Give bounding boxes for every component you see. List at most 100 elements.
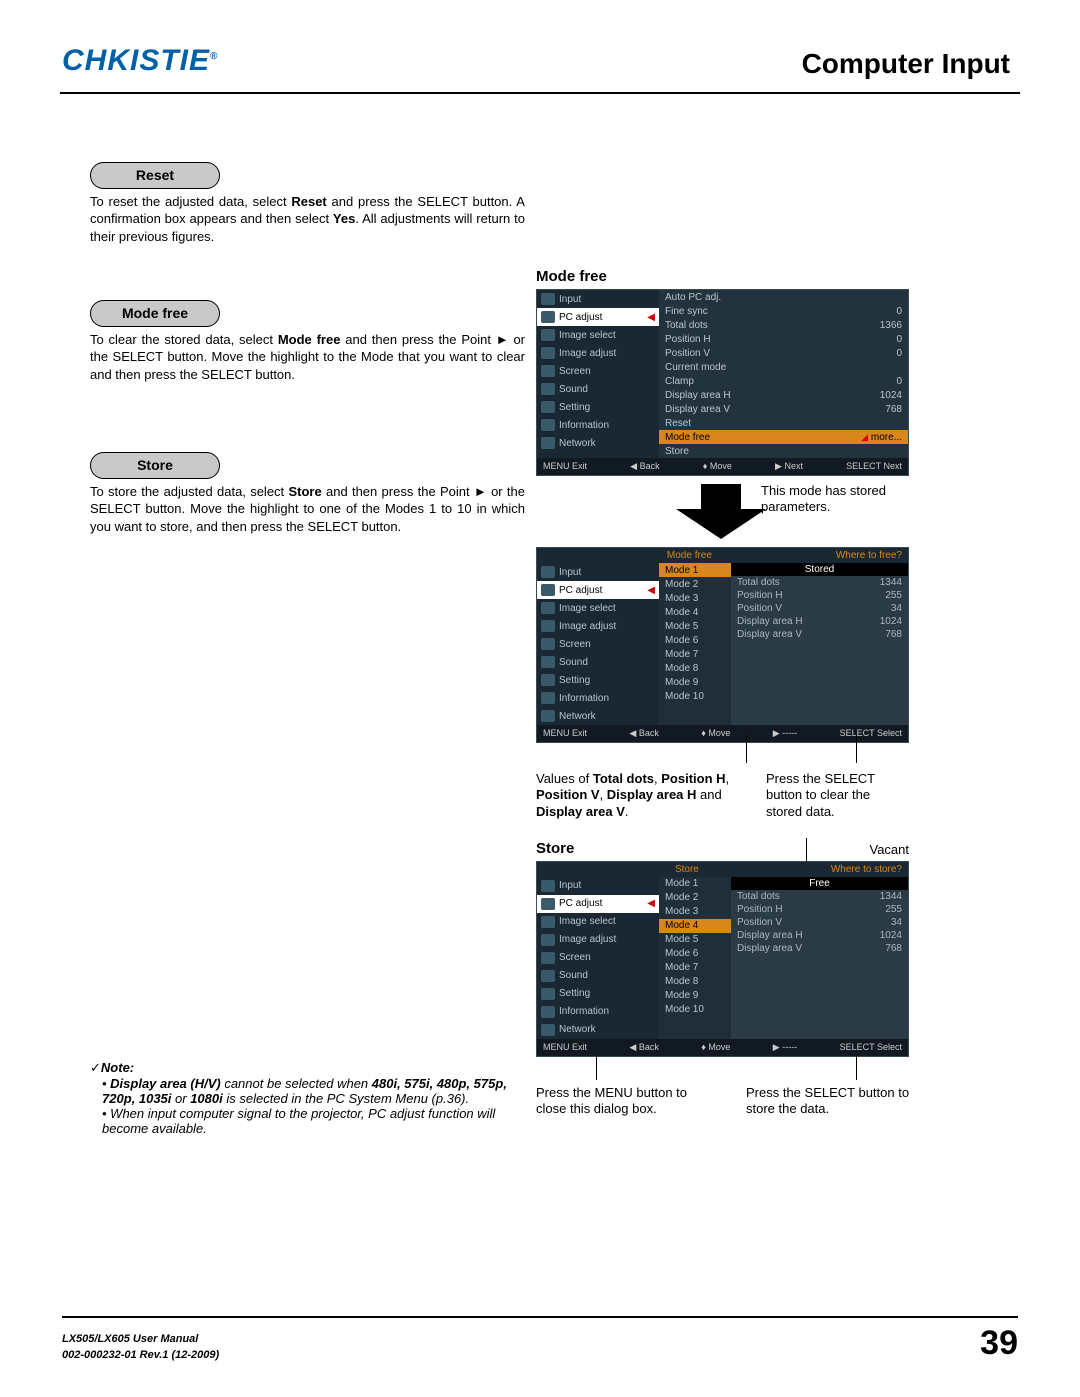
osd-side-sound: Sound (537, 967, 659, 985)
t: Where to free? (836, 550, 902, 561)
osd-mode-item: Mode 9 (659, 675, 731, 689)
osd-mode-item: Mode 4 (659, 919, 731, 933)
osd-side-input: Input (537, 877, 659, 895)
t: Mode free (278, 332, 341, 347)
section-reset: Reset To reset the adjusted data, select… (90, 162, 525, 246)
foot-select: SELECT Next (846, 461, 902, 472)
callout-select-store: Press the SELECT button to store the dat… (746, 1085, 926, 1118)
osd-stored-row: Position V34 (731, 916, 908, 929)
foot-back: ◀ Back (629, 1042, 658, 1053)
t: or (171, 1091, 190, 1106)
store-osd-title: Store (536, 840, 574, 857)
callout-menu-close: Press the MENU button to close this dial… (536, 1085, 716, 1118)
page-title: Computer Input (802, 48, 1010, 80)
foot-move: ♦ Move (703, 461, 732, 472)
free-header: Free (731, 877, 908, 890)
callout-values: Values of Total dots, Position H, Positi… (536, 771, 746, 820)
foot-back: ◀ Back (630, 461, 659, 472)
osd-line: Position H0 (659, 332, 908, 346)
osd-mode-item: Mode 8 (659, 661, 731, 675)
store-body: To store the adjusted data, select Store… (90, 483, 525, 536)
t: Note: (101, 1060, 134, 1075)
osd-side-image-adjust: Image adjust (537, 617, 659, 635)
osd-mode-item: Mode 7 (659, 647, 731, 661)
osd-side-input: Input (537, 290, 659, 308)
section-modefree: Mode free To clear the stored data, sele… (90, 300, 525, 384)
t: Position V (536, 787, 600, 802)
foot-exit: MENU Exit (543, 1042, 587, 1053)
osd-stored-row: Position V34 (731, 602, 908, 615)
osd-stored-row: Display area V768 (731, 628, 908, 641)
modefree-osd-title: Mode free (536, 268, 1026, 285)
osd-main: Auto PC adj.Fine sync0Total dots1366Posi… (659, 290, 908, 458)
t: To store the adjusted data, select (90, 484, 288, 499)
osd-mode-item: Mode 6 (659, 947, 731, 961)
foot-select: SELECT Select (840, 728, 902, 739)
t: Display area H (607, 787, 697, 802)
connector-line (856, 735, 857, 763)
t: 1080i (190, 1091, 223, 1106)
osd-mode-item: Mode 5 (659, 933, 731, 947)
osd-side-image-select: Image select (537, 326, 659, 344)
osd-mode-item: Mode 7 (659, 961, 731, 975)
osd-stored-row: Display area H1024 (731, 929, 908, 942)
foot-exit: MENU Exit (543, 728, 587, 739)
osd-sidebar: InputPC adjust◀Image selectImage adjustS… (537, 563, 659, 725)
t: Store (288, 484, 321, 499)
foot-next: ▶ Next (775, 461, 803, 472)
callout-select-clear: Press the SELECT button to clear the sto… (766, 771, 906, 820)
osd-side-sound: Sound (537, 380, 659, 398)
osd-side-setting: Setting (537, 671, 659, 689)
osd-mode-column: Mode 1Mode 2Mode 3Mode 4Mode 5Mode 6Mode… (659, 563, 731, 725)
reset-body: To reset the adjusted data, select Reset… (90, 193, 525, 246)
right-column: Mode free InputPC adjust◀Image selectIma… (536, 268, 1026, 1117)
down-arrow-icon (676, 484, 766, 539)
osd-side-pc-adjust: PC adjust◀ (537, 308, 659, 326)
osd-side-image-select: Image select (537, 599, 659, 617)
t: Mode free (667, 550, 712, 561)
osd-line-highlighted: Mode free◢ more... (659, 430, 908, 444)
osd-mode-item: Mode 1 (659, 563, 731, 577)
osd-line: Reset (659, 416, 908, 430)
page-number: 39 (980, 1324, 1018, 1363)
osd-line: Clamp0 (659, 374, 908, 388)
osd-side-image-adjust: Image adjust (537, 931, 659, 949)
osd-footer: MENU Exit ◀ Back ♦ Move ▶ ----- SELECT S… (537, 1039, 908, 1056)
t: To reset the adjusted data, select (90, 194, 291, 209)
connector-line (856, 1056, 857, 1080)
foot-move: ♦ Move (701, 1042, 730, 1053)
osd-stored-row: Position H255 (731, 903, 908, 916)
osd-side-setting: Setting (537, 985, 659, 1003)
osd-sidebar: InputPC adjust◀Image selectImage adjustS… (537, 290, 659, 458)
osd-mode-item: Mode 3 (659, 591, 731, 605)
t: Display area (H/V) (110, 1076, 221, 1091)
osd-modefree-1: InputPC adjust◀Image selectImage adjustS… (536, 289, 909, 476)
rev-line: 002-000232-01 Rev.1 (12-2009) (62, 1348, 219, 1363)
osd-mode-item: Mode 5 (659, 619, 731, 633)
osd-side-image-select: Image select (537, 913, 659, 931)
osd-line: Total dots1366 (659, 318, 908, 332)
osd-side-information: Information (537, 689, 659, 707)
osd-mode-item: Mode 4 (659, 605, 731, 619)
manual-line: LX505/LX605 User Manual (62, 1332, 219, 1347)
osd-store: Store Where to store? InputPC adjust◀Ima… (536, 861, 909, 1057)
osd-mode-item: Mode 8 (659, 975, 731, 989)
logo-text: CHKISTIE (62, 44, 210, 77)
t: . (625, 804, 629, 819)
osd-mode-item: Mode 1 (659, 877, 731, 891)
osd-top: Mode free Where to free? (537, 548, 908, 563)
osd-free-column: Free Total dots1344Position H255Position… (731, 877, 908, 1039)
note-item-2: When input computer signal to the projec… (102, 1106, 530, 1136)
foot-move: ♦ Move (701, 728, 730, 739)
osd-line: Current mode (659, 360, 908, 374)
t: cannot be selected when (221, 1076, 372, 1091)
osd-mode-column: Mode 1Mode 2Mode 3Mode 4Mode 5Mode 6Mode… (659, 877, 731, 1039)
stored-header: Stored (731, 563, 908, 576)
osd-mode-item: Mode 2 (659, 577, 731, 591)
modefree-body: To clear the stored data, select Mode fr… (90, 331, 525, 384)
t: Display area V (536, 804, 625, 819)
osd-side-pc-adjust: PC adjust◀ (537, 895, 659, 913)
page: CHKISTIE® Computer Input Reset To reset … (0, 0, 1080, 1397)
t: To clear the stored data, select (90, 332, 278, 347)
osd-line: Store (659, 444, 908, 458)
